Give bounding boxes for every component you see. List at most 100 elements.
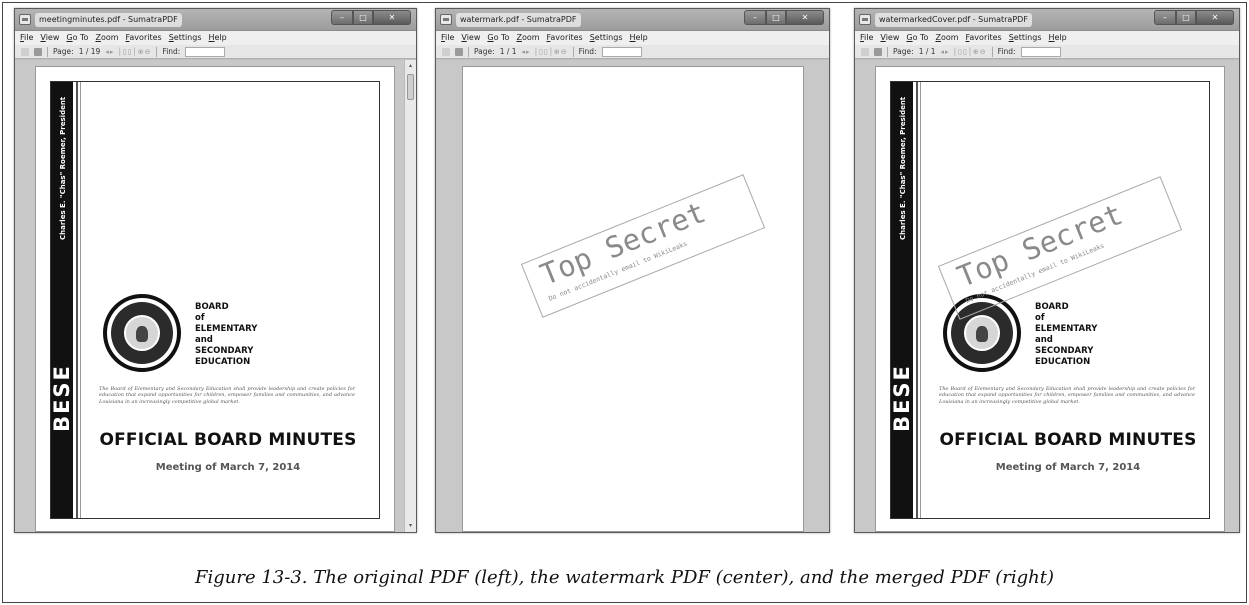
cover-rule [920,82,921,518]
maximize-button[interactable]: □ [766,10,786,25]
page-label: Page: [474,47,495,56]
meeting-date: Meeting of March 7, 2014 [155,462,301,473]
print-icon[interactable] [874,47,882,56]
maximize-button[interactable]: □ [353,10,373,25]
pdf-page: Top Secret Do not accidentally email to W… [462,66,804,532]
pelican-emblem [136,326,148,342]
cover-rule [916,82,918,518]
menu-bar: File View Go To Zoom Favorites Settings Help [15,31,416,45]
president-name: Charles E. "Chas" Roemer, President [899,96,907,240]
board-name-line: SECONDARY [1035,346,1094,356]
pdf-page: Charles E. "Chas" Roemer, President BESE B… [35,66,395,532]
sumatra-app-icon [19,14,31,25]
board-name-line: of [1035,313,1045,323]
close-button[interactable]: ✕ [786,10,824,25]
minutes-heading: OFFICIAL BOARD MINUTES [939,430,1197,450]
print-icon[interactable] [34,47,42,56]
menu-item-view[interactable]: View [461,31,480,45]
menu-item-file[interactable]: File [860,31,873,45]
toolbar-divider [991,46,993,57]
menu-bar: File View Go To Zoom Favorites Settings Help [855,31,1239,45]
window-title: watermark.pdf - SumatraPDF [456,13,581,27]
window-title: watermarkedCover.pdf - SumatraPDF [875,13,1032,27]
menu-item-help[interactable]: Help [630,31,648,45]
title-bar: meetingminutes.pdf - SumatraPDF – □ ✕ [15,9,416,31]
title-bar: watermark.pdf - SumatraPDF – □ ✕ [436,9,829,31]
menu-item-go-to[interactable]: Go To [906,31,928,45]
meeting-date: Meeting of March 7, 2014 [995,462,1141,473]
find-input[interactable] [1020,46,1061,57]
window-controls: – □ ✕ [744,10,824,27]
find-label: Find: [578,47,597,56]
minimize-button[interactable]: – [331,10,353,25]
board-name-line: BOARD [1035,302,1069,312]
menu-bar: File View Go To Zoom Favorites Settings Help [436,31,829,45]
menu-item-zoom[interactable]: Zoom [935,31,958,45]
navigation-icons[interactable]: ◂▸ │▯▯│⊕⊖ [105,48,151,56]
menu-item-zoom[interactable]: Zoom [95,31,118,45]
toolbar-divider [47,46,48,57]
page-label: Page: [53,47,74,56]
cover-rule [80,82,81,518]
menu-item-help[interactable]: Help [1049,31,1067,45]
close-button[interactable]: ✕ [1196,10,1234,25]
page-indicator: 1 / 19 [78,47,101,56]
board-name: BOARD of ELEMENTARY and SECONDARY EDUCATION [1035,302,1097,368]
menu-item-settings[interactable]: Settings [1009,31,1042,45]
menu-item-go-to[interactable]: Go To [487,31,509,45]
bese-title: BESE [50,364,74,432]
menu-item-favorites[interactable]: Favorites [126,31,162,45]
find-input[interactable] [601,46,642,57]
menu-item-file[interactable]: File [20,31,33,45]
document-viewport[interactable]: Charles E. "Chas" Roemer, President BESE B… [855,60,1239,532]
find-input[interactable] [185,46,226,57]
figure-caption: Figure 13-3. The original PDF (left), th… [195,567,1054,588]
pelican-emblem [976,326,988,342]
menu-item-favorites[interactable]: Favorites [547,31,583,45]
menu-item-settings[interactable]: Settings [590,31,623,45]
close-button[interactable]: ✕ [373,10,411,25]
board-name-line: EDUCATION [195,357,251,367]
open-icon[interactable] [21,47,29,56]
cover-page: Charles E. "Chas" Roemer, President BESE B… [890,81,1210,519]
bese-title: BESE [890,364,914,432]
board-name-line: and [195,335,213,345]
vertical-scrollbar[interactable]: ▴ ▾ [404,60,416,532]
navigation-icons[interactable]: ◂▸ │▯▯│⊕⊖ [941,48,987,56]
scroll-thumb[interactable] [407,74,414,100]
toolbar: Page: 1 / 1 ◂▸ │▯▯│⊕⊖ Find: [855,45,1239,59]
window-title: meetingminutes.pdf - SumatraPDF [35,13,182,27]
document-viewport[interactable]: Top Secret Do not accidentally email to W… [436,60,829,532]
menu-item-zoom[interactable]: Zoom [516,31,539,45]
cover-side-bar: Charles E. "Chas" Roemer, President BESE [50,82,74,518]
sumatra-app-icon [440,14,452,25]
minimize-button[interactable]: – [744,10,766,25]
open-icon[interactable] [442,47,450,56]
print-icon[interactable] [455,47,463,56]
menu-item-help[interactable]: Help [209,31,227,45]
president-name: Charles E. "Chas" Roemer, President [59,96,67,240]
menu-item-favorites[interactable]: Favorites [966,31,1002,45]
louisiana-seal-logo [103,294,181,372]
pdf-window-merged: watermarkedCover.pdf - SumatraPDF – □ ✕ File… [854,8,1240,533]
menu-item-go-to[interactable]: Go To [66,31,88,45]
menu-item-view[interactable]: View [40,31,59,45]
open-icon[interactable] [861,47,869,56]
title-bar: watermarkedCover.pdf - SumatraPDF – □ ✕ [855,9,1239,31]
cover-side-bar: Charles E. "Chas" Roemer, President BESE [890,82,914,518]
board-name: BOARD of ELEMENTARY and SECONDARY EDUCATION [195,302,257,368]
menu-item-settings[interactable]: Settings [169,31,202,45]
menu-item-view[interactable]: View [880,31,899,45]
find-label: Find: [997,47,1016,56]
navigation-icons[interactable]: ◂▸ │▯▯│⊕⊖ [522,48,568,56]
pdf-window-original: meetingminutes.pdf - SumatraPDF – □ ✕ File Vi… [14,8,417,533]
menu-item-file[interactable]: File [441,31,454,45]
maximize-button[interactable]: □ [1176,10,1196,25]
board-name-line: BOARD [195,302,229,312]
window-controls: – □ ✕ [331,10,411,27]
board-name-line: and [1035,335,1053,345]
minimize-button[interactable]: – [1154,10,1176,25]
board-name-line: ELEMENTARY [1035,324,1098,334]
page-label: Page: [893,47,914,56]
document-viewport[interactable]: Charles E. "Chas" Roemer, President BESE B… [15,60,416,532]
